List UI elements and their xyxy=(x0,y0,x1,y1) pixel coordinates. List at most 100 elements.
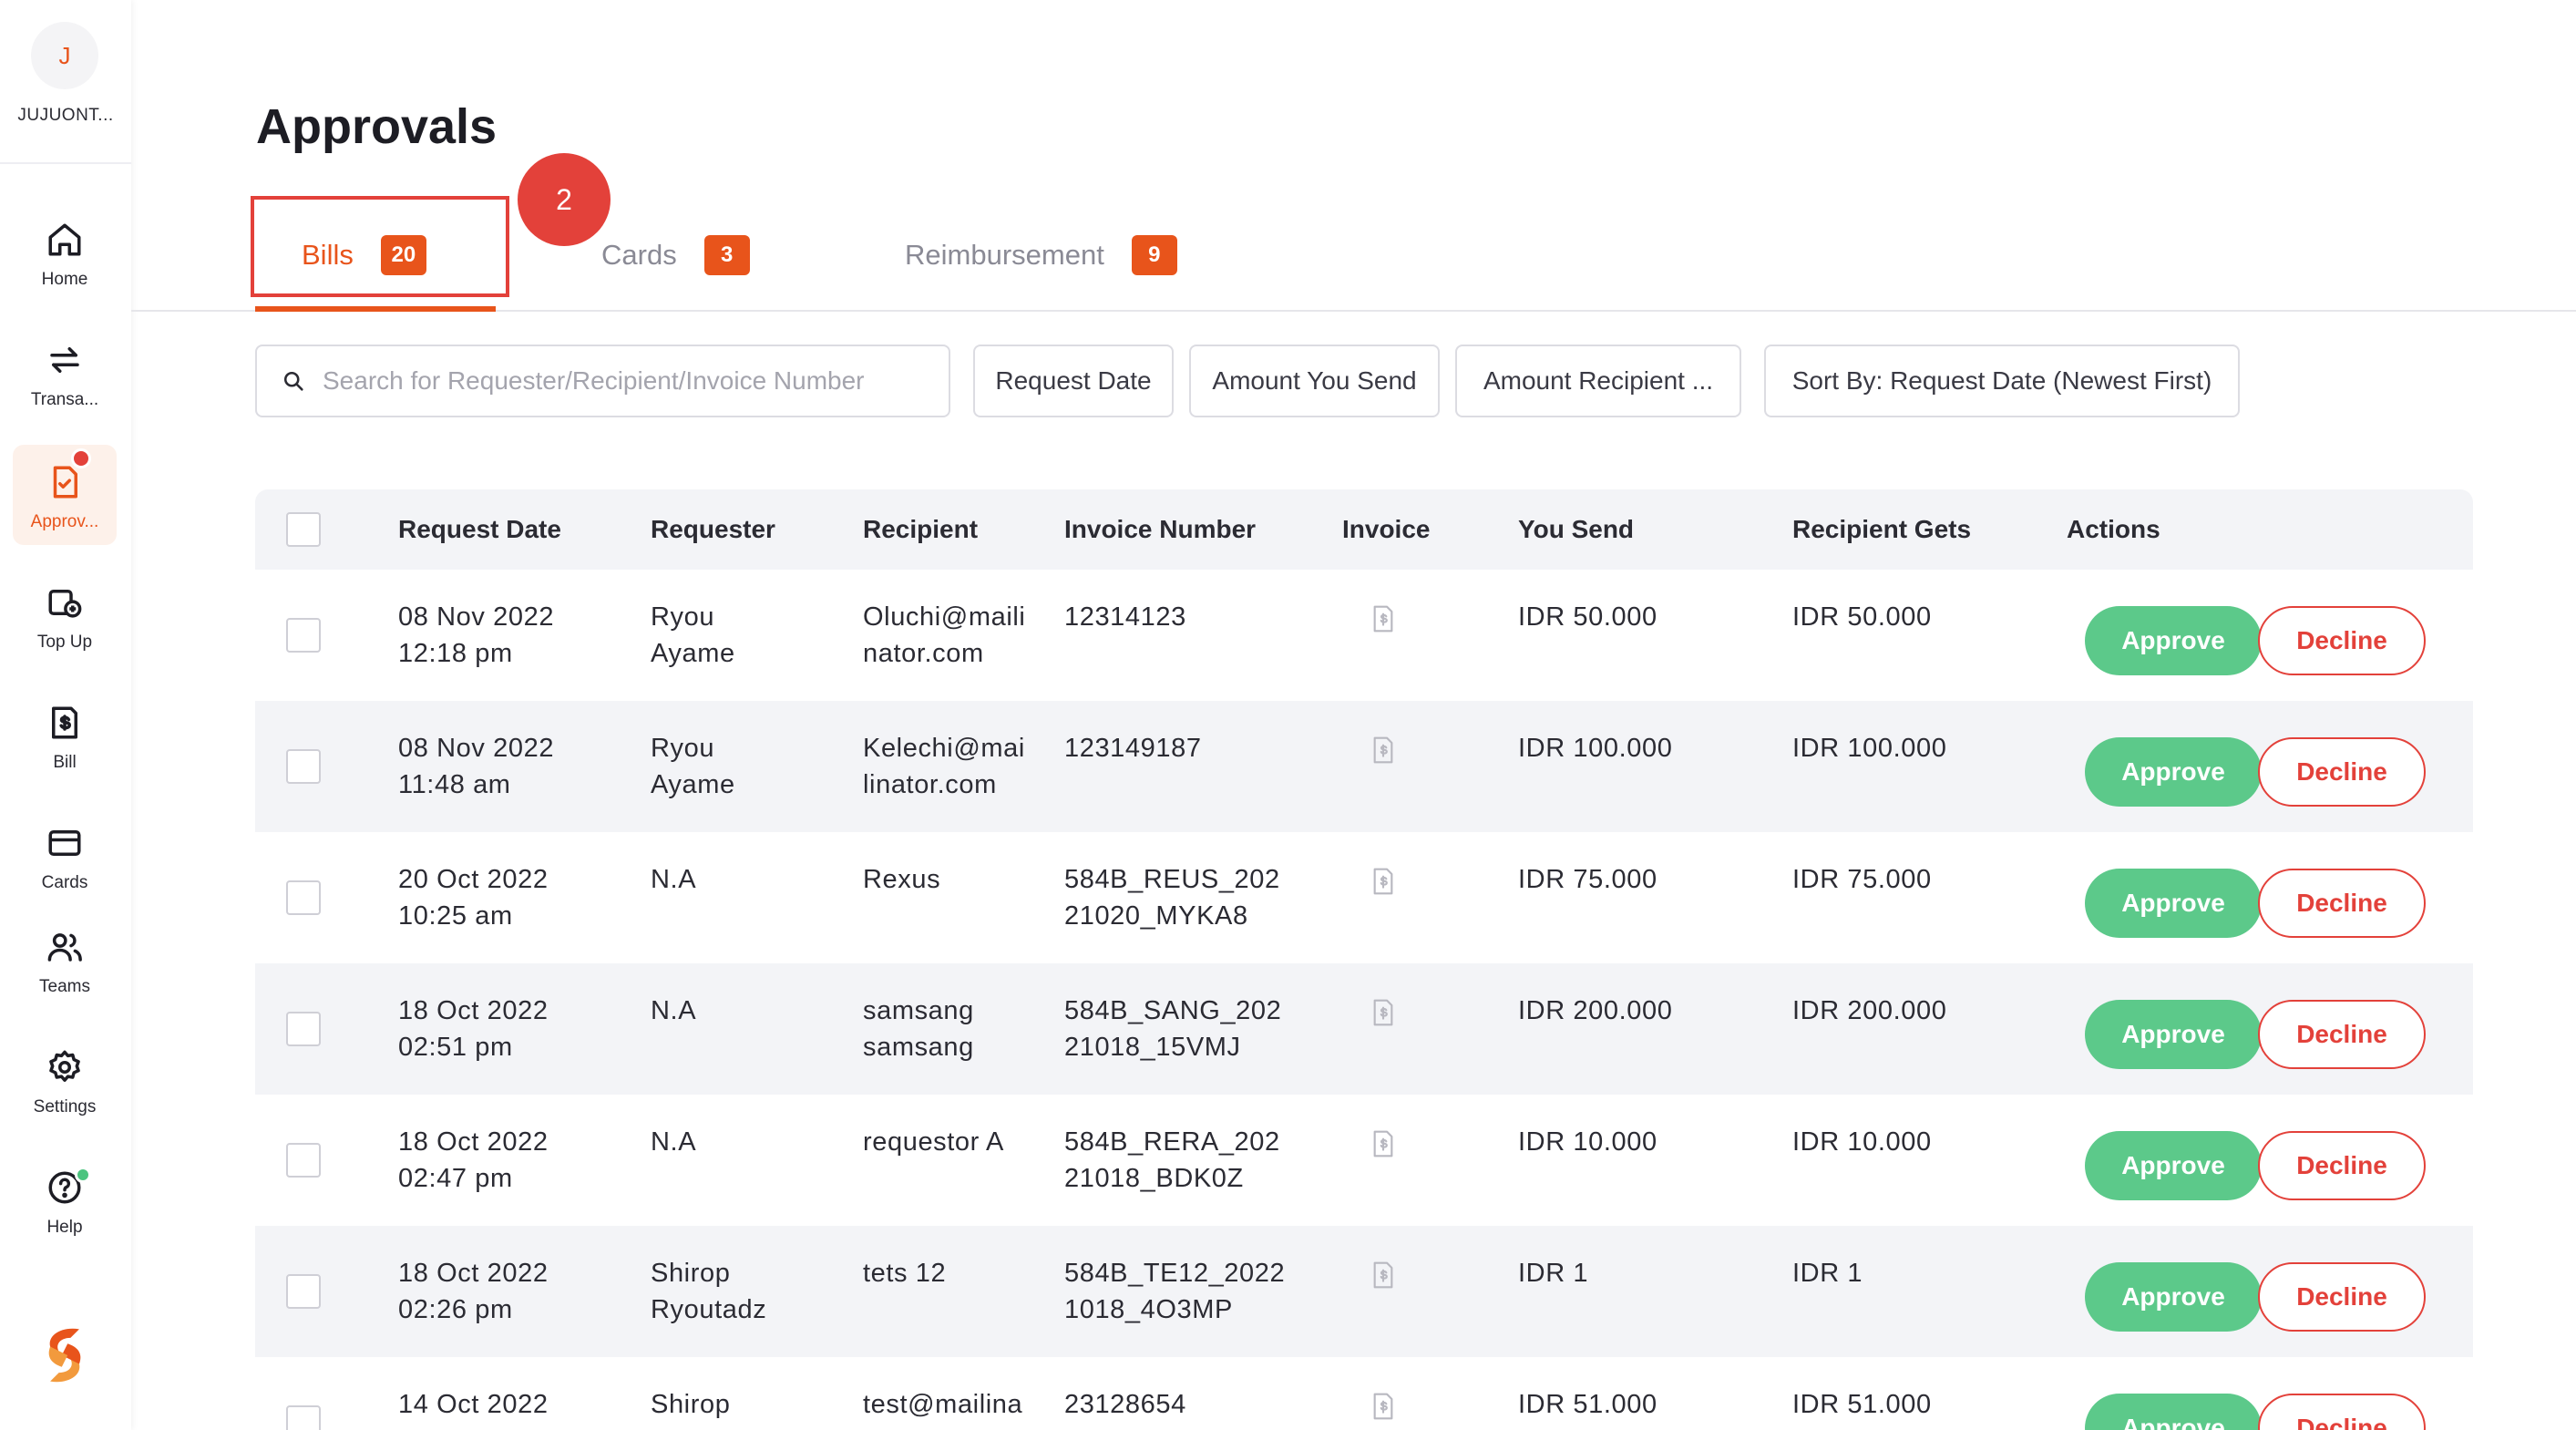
decline-button[interactable]: Decline xyxy=(2258,869,2426,938)
sidebar-item-approvals[interactable]: Approv... xyxy=(13,445,117,545)
cell-requester: N.A xyxy=(651,993,696,1029)
invoice-file-icon[interactable] xyxy=(1370,736,1396,765)
recipient-line-1: tets 12 xyxy=(863,1259,947,1288)
approve-button[interactable]: Approve xyxy=(2085,869,2262,938)
cell-requester: Shirop Ryoutadz xyxy=(651,1255,766,1328)
approve-button[interactable]: Approve xyxy=(2085,1394,2262,1430)
home-icon xyxy=(48,223,81,256)
cell-request-date: 18 Oct 2022 02:26 pm xyxy=(398,1255,549,1328)
sidebar-item-bill[interactable]: Bill xyxy=(13,685,117,786)
request-date-filter[interactable]: Request Date xyxy=(973,345,1174,417)
invoice-file-icon[interactable] xyxy=(1370,1260,1396,1290)
amount-recipient-filter[interactable]: Amount Recipient ... xyxy=(1455,345,1741,417)
column-header-actions: Actions xyxy=(2067,515,2160,543)
invoice-number-line-2: 1018_4O3MP xyxy=(1064,1295,1233,1324)
column-header-request-date[interactable]: Request Date xyxy=(398,489,561,570)
tab-reimbursement[interactable]: Reimbursement 9 xyxy=(905,228,1177,283)
cell-requester: Ryou Ayame xyxy=(651,599,735,672)
requester-line-1: Shirop xyxy=(651,1390,731,1419)
sidebar-item-label: Help xyxy=(46,1218,83,1237)
column-header-recipient-gets[interactable]: Recipient Gets xyxy=(1792,489,1971,570)
request-date: 18 Oct 2022 xyxy=(398,996,549,1025)
row-checkbox[interactable] xyxy=(286,618,321,653)
row-checkbox[interactable] xyxy=(286,1405,321,1430)
requester-line-1: Ryou xyxy=(651,734,715,763)
approve-button[interactable]: Approve xyxy=(2085,606,2262,675)
cell-requester: Ryou Ayame xyxy=(651,730,735,803)
team-users-icon xyxy=(47,933,82,962)
cell-recipient-gets: IDR 200.000 xyxy=(1792,996,1947,1025)
invoice-number-line-1: 23128654 xyxy=(1064,1390,1186,1419)
approve-button[interactable]: Approve xyxy=(2085,737,2262,807)
row-checkbox[interactable] xyxy=(286,880,321,915)
recipient-line-2: samsang xyxy=(863,1033,974,1062)
wallet-plus-icon xyxy=(48,590,82,618)
column-header-invoice-number[interactable]: Invoice Number xyxy=(1064,489,1256,570)
table-header: Request Date Requester Recipient Invoice… xyxy=(255,489,2473,570)
cell-you-send: IDR 100.000 xyxy=(1518,734,1673,763)
invoice-number-line-1: 584B_REUS_202 xyxy=(1064,865,1280,894)
decline-button[interactable]: Decline xyxy=(2258,606,2426,675)
search-box[interactable] xyxy=(255,345,950,417)
request-time: 12:18 pm xyxy=(398,639,513,668)
requester-line-1: Ryou xyxy=(651,602,715,632)
tab-cards[interactable]: Cards 3 xyxy=(601,228,750,283)
request-date: 08 Nov 2022 xyxy=(398,602,555,632)
recipient-line-1: test@mailina xyxy=(863,1390,1023,1419)
amount-you-send-filter[interactable]: Amount You Send xyxy=(1189,345,1440,417)
decline-button[interactable]: Decline xyxy=(2258,1394,2426,1430)
cell-invoice-number: 23128654 xyxy=(1064,1386,1186,1423)
sidebar-item-transactions[interactable]: Transa... xyxy=(13,323,117,423)
decline-button[interactable]: Decline xyxy=(2258,1262,2426,1332)
decline-button[interactable]: Decline xyxy=(2258,1131,2426,1200)
sidebar-item-teams[interactable]: Teams xyxy=(13,910,117,1010)
requester-line-2: Ayame xyxy=(651,770,735,799)
column-header-recipient[interactable]: Recipient xyxy=(863,489,978,570)
table-row: 18 Oct 2022 02:26 pm Shirop Ryoutadz tets 12… xyxy=(255,1226,2473,1357)
invoice-file-icon[interactable] xyxy=(1370,998,1396,1027)
sidebar-item-label: Approv... xyxy=(30,512,99,531)
cell-recipient-gets: IDR 1 xyxy=(1792,1259,1863,1288)
invoice-number-line-2: 21018_15VMJ xyxy=(1064,1033,1241,1062)
sidebar-item-top-up[interactable]: Top Up xyxy=(13,565,117,665)
table-row: 18 Oct 2022 02:47 pm N.A requestor A 584B_RE… xyxy=(255,1095,2473,1226)
select-all-checkbox[interactable] xyxy=(286,512,321,547)
sidebar-item-help[interactable]: Help xyxy=(13,1150,117,1250)
cell-invoice-number: 584B_TE12_2022 1018_4O3MP xyxy=(1064,1255,1285,1328)
request-time: 02:51 pm xyxy=(398,1033,513,1062)
approve-button[interactable]: Approve xyxy=(2085,1262,2262,1332)
invoice-file-icon[interactable] xyxy=(1370,604,1396,633)
sidebar-item-settings[interactable]: Settings xyxy=(13,1030,117,1130)
recipient-line-1: Oluchi@maili xyxy=(863,602,1026,632)
search-input[interactable] xyxy=(323,366,924,396)
decline-button[interactable]: Decline xyxy=(2258,1000,2426,1069)
approve-button[interactable]: Approve xyxy=(2085,1000,2262,1069)
user-profile[interactable]: J JUJUONT... xyxy=(0,0,131,164)
invoice-number-line-2: 21020_MYKA8 xyxy=(1064,901,1248,931)
sidebar-item-cards[interactable]: Cards xyxy=(13,806,117,906)
bill-icon xyxy=(52,706,77,739)
sort-by-dropdown[interactable]: Sort By: Request Date (Newest First) xyxy=(1764,345,2240,417)
row-checkbox[interactable] xyxy=(286,1143,321,1178)
invoice-file-icon[interactable] xyxy=(1370,1129,1396,1158)
avatar[interactable]: J xyxy=(31,22,98,89)
invoice-file-icon[interactable] xyxy=(1370,1392,1396,1421)
tab-label: Cards xyxy=(601,239,677,271)
sidebar-item-home[interactable]: Home xyxy=(13,202,117,303)
active-tab-indicator xyxy=(255,306,496,312)
row-checkbox[interactable] xyxy=(286,1274,321,1309)
cell-requester: N.A xyxy=(651,861,696,898)
column-header-requester[interactable]: Requester xyxy=(651,489,775,570)
decline-button[interactable]: Decline xyxy=(2258,737,2426,807)
requester-line-1: Shirop xyxy=(651,1259,731,1288)
approve-button[interactable]: Approve xyxy=(2085,1131,2262,1200)
row-checkbox[interactable] xyxy=(286,749,321,784)
invoice-file-icon[interactable] xyxy=(1370,867,1396,896)
recipient-line-2: linator.com xyxy=(863,770,997,799)
sidebar-item-label: Transa... xyxy=(30,390,99,409)
recipient-line-1: samsang xyxy=(863,996,974,1025)
cell-request-date: 08 Nov 2022 11:48 am xyxy=(398,730,554,803)
column-header-you-send[interactable]: You Send xyxy=(1518,489,1634,570)
row-checkbox[interactable] xyxy=(286,1012,321,1046)
cell-recipient: Oluchi@maili nator.com xyxy=(863,599,1025,672)
